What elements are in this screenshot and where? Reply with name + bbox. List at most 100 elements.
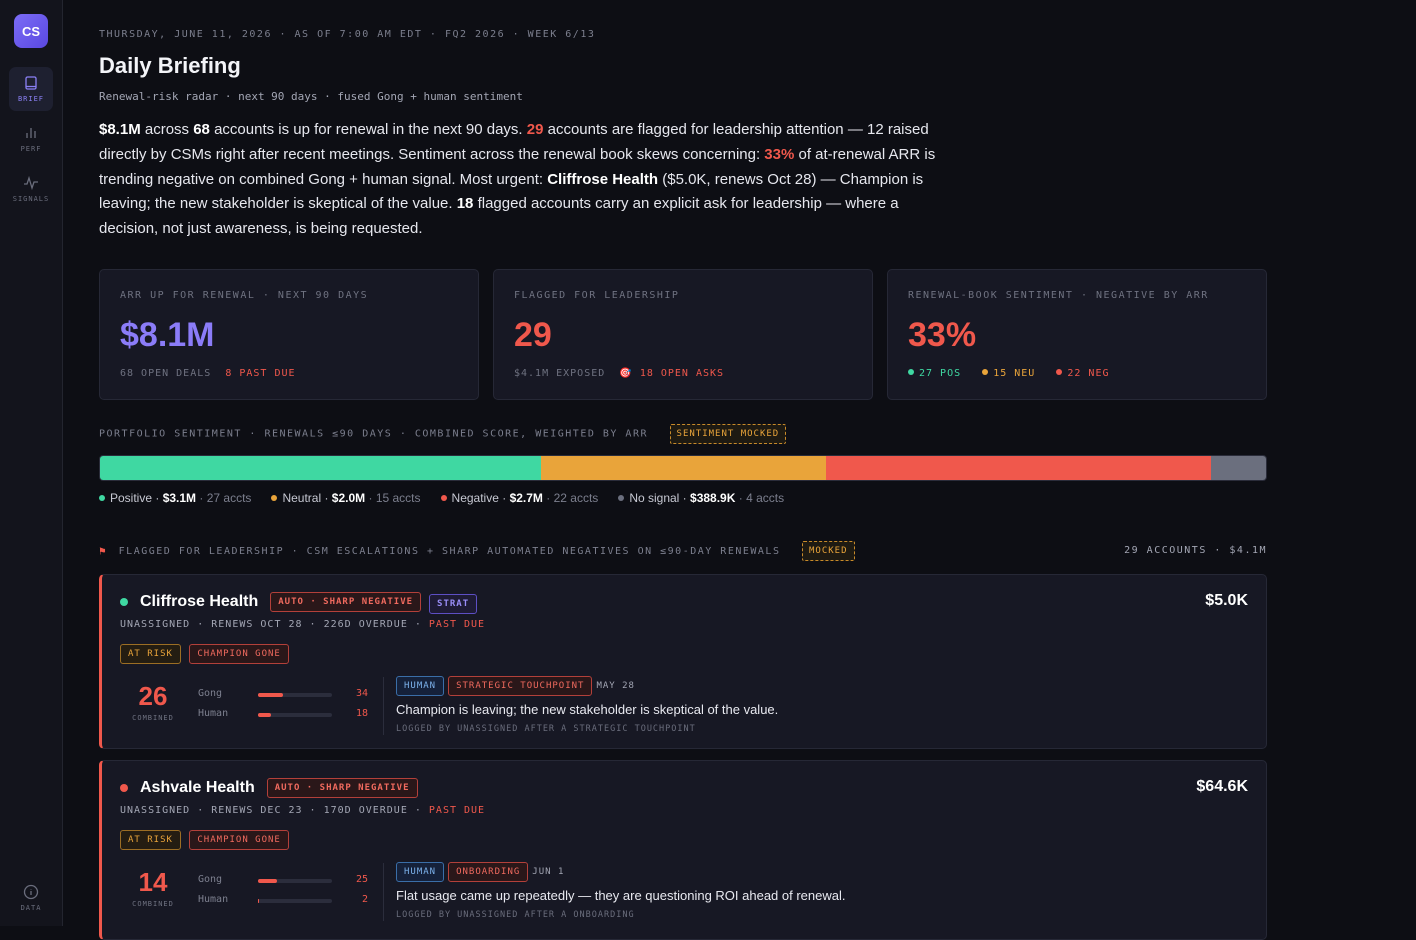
note-quote: Flat usage came up repeatedly — they are… bbox=[396, 888, 846, 903]
info-icon bbox=[23, 884, 39, 900]
kpi-flagged-exposed: $4.1M EXPOSED bbox=[514, 368, 606, 379]
date-eyebrow: THURSDAY, JUNE 11, 2026 · AS OF 7:00 AM … bbox=[99, 29, 596, 40]
divider bbox=[383, 677, 384, 735]
combined-score-value: 26 bbox=[138, 681, 168, 711]
legend-item: Negative · $2.7M · 22 accts bbox=[440, 491, 598, 505]
flagged-mocked-badge: MOCKED bbox=[802, 541, 855, 561]
legend-name: No signal · bbox=[629, 491, 687, 505]
summary-flagged: 29 bbox=[526, 121, 544, 138]
sentiment-segment-0[interactable] bbox=[100, 456, 542, 480]
human-score-value: 2 bbox=[361, 894, 368, 905]
account-tags: AT RISK CHAMPION GONE bbox=[120, 643, 289, 664]
positive-dot-icon bbox=[908, 369, 914, 375]
sentiment-segment-2[interactable] bbox=[826, 456, 1211, 480]
nav-signals[interactable]: SIGNALS bbox=[9, 167, 53, 211]
app-logo[interactable]: CS bbox=[14, 14, 48, 48]
tier-badge: STRAT bbox=[429, 594, 478, 615]
note-tags: HUMAN ONBOARDING JUN 1 bbox=[396, 862, 846, 882]
summary-text: across bbox=[140, 121, 194, 138]
kpi-flagged-card[interactable]: FLAGGED FOR LEADERSHIP 29 $4.1M EXPOSED … bbox=[493, 269, 873, 400]
divider bbox=[383, 863, 384, 921]
kpi-arr-value: $8.1M bbox=[120, 316, 215, 354]
account-amount: $64.6K bbox=[1196, 778, 1248, 795]
kpi-flagged-value: 29 bbox=[514, 316, 552, 354]
note-date: JUN 1 bbox=[532, 867, 565, 877]
combined-score: 26 COMBINED bbox=[120, 681, 186, 722]
account-note: HUMAN ONBOARDING JUN 1 Flat usage came up r… bbox=[396, 862, 846, 920]
nav-data[interactable]: DATA bbox=[9, 876, 53, 920]
account-name-row: Cliffrose Health AUTO · SHARP NEGATIVE STR… bbox=[140, 592, 478, 615]
human-score-fill bbox=[258, 899, 260, 903]
legend-dot-icon bbox=[271, 495, 278, 501]
account-name[interactable]: Cliffrose Health bbox=[140, 593, 258, 610]
past-due-label: PAST DUE bbox=[428, 619, 486, 630]
account-name[interactable]: Ashvale Health bbox=[140, 779, 255, 796]
nav-perf[interactable]: PERF bbox=[9, 117, 53, 161]
account-card[interactable]: Cliffrose Health AUTO · SHARP NEGATIVE STR… bbox=[99, 574, 1267, 749]
gong-score-row: Gong 25 bbox=[198, 874, 368, 885]
summary-accounts: 68 bbox=[193, 121, 210, 138]
status-dot-icon bbox=[120, 598, 128, 606]
account-name-row: Ashvale Health AUTO · SHARP NEGATIVE bbox=[140, 778, 418, 798]
human-score-row: Human 2 bbox=[198, 894, 368, 905]
legend-dot-icon bbox=[618, 495, 625, 501]
sidebar: CS BRIEF PERF SIGNALS DATA bbox=[0, 0, 63, 926]
legend-name: Positive · bbox=[110, 491, 160, 505]
summary-arr: $8.1M bbox=[99, 121, 141, 138]
kpi-arr-open-deals: 68 OPEN DEALS bbox=[120, 368, 212, 379]
account-meta: UNASSIGNED · RENEWS OCT 28 · 226D OVERDU… bbox=[120, 619, 485, 630]
legend-amount: $388.9K bbox=[690, 491, 736, 505]
sentiment-segment-1[interactable] bbox=[541, 456, 827, 480]
at-risk-badge: AT RISK bbox=[120, 644, 181, 664]
touchpoint-badge: STRATEGIC TOUCHPOINT bbox=[448, 676, 593, 696]
past-due-label: PAST DUE bbox=[428, 805, 486, 816]
kpi-arr-card[interactable]: ARR UP FOR RENEWAL · NEXT 90 DAYS $8.1M … bbox=[99, 269, 479, 400]
legend-dot-icon bbox=[440, 495, 447, 501]
portfolio-sentiment-bar[interactable] bbox=[99, 455, 1267, 481]
gong-label: Gong bbox=[198, 688, 223, 699]
flagged-label: FLAGGED FOR LEADERSHIP · CSM ESCALATIONS… bbox=[118, 545, 781, 557]
page-title: Daily Briefing bbox=[99, 53, 241, 78]
auto-negative-badge: AUTO · SHARP NEGATIVE bbox=[270, 592, 422, 612]
kpi-arr-past-due: 8 PAST DUE bbox=[225, 368, 296, 379]
combined-score-label: COMBINED bbox=[132, 900, 174, 908]
summary-asks: 18 bbox=[456, 195, 474, 213]
combined-score: 14 COMBINED bbox=[120, 867, 186, 908]
legend-name: Negative · bbox=[451, 491, 507, 505]
flag-icon: ⚑ bbox=[99, 544, 108, 558]
portfolio-sentiment-header: PORTFOLIO SENTIMENT · RENEWALS ≤90 DAYS … bbox=[99, 424, 787, 444]
kpi-flagged-asks: 18 OPEN ASKS bbox=[639, 368, 725, 379]
kpi-neu-count: 15 NEU bbox=[993, 368, 1036, 379]
flagged-label-group: ⚑ FLAGGED FOR LEADERSHIP · CSM ESCALATIO… bbox=[99, 541, 855, 561]
human-score-row: Human 18 bbox=[198, 708, 368, 719]
sentiment-segment-3[interactable] bbox=[1210, 456, 1266, 480]
sentiment-mocked-badge: SENTIMENT MOCKED bbox=[669, 424, 787, 444]
gong-score-track bbox=[258, 693, 332, 697]
account-meta-text: UNASSIGNED · RENEWS DEC 23 · 170D OVERDU… bbox=[120, 805, 429, 816]
nav-brief[interactable]: BRIEF bbox=[9, 67, 53, 111]
bar-chart-icon bbox=[26, 128, 36, 138]
legend-count: · 4 accts bbox=[738, 491, 785, 505]
kpi-sentiment-card[interactable]: RENEWAL-BOOK SENTIMENT · NEGATIVE BY ARR… bbox=[887, 269, 1267, 400]
human-score-track bbox=[258, 713, 332, 717]
source-badge: HUMAN bbox=[396, 676, 445, 696]
target-icon: 🎯 bbox=[619, 368, 633, 379]
account-tags: AT RISK CHAMPION GONE bbox=[120, 829, 289, 850]
auto-negative-badge: AUTO · SHARP NEGATIVE bbox=[266, 778, 418, 798]
kpi-neg-count: 22 NEG bbox=[1067, 368, 1110, 379]
note-logged-by: LOGGED BY UNASSIGNED AFTER A STRATEGIC T… bbox=[396, 724, 696, 734]
legend-amount: $2.0M bbox=[331, 491, 366, 505]
human-label: Human bbox=[198, 894, 229, 905]
account-card[interactable]: Ashvale Health AUTO · SHARP NEGATIVE $64.6… bbox=[99, 760, 1267, 940]
touchpoint-badge: ONBOARDING bbox=[448, 862, 529, 882]
legend-item: Positive · $3.1M · 27 accts bbox=[99, 491, 251, 505]
kpi-flagged-sub: $4.1M EXPOSED 🎯 18 OPEN ASKS bbox=[514, 368, 724, 379]
human-score-value: 18 bbox=[355, 708, 368, 719]
summary-neg-pct: 33% bbox=[764, 145, 795, 163]
legend-item: Neutral · $2.0M · 15 accts bbox=[271, 491, 421, 505]
combined-score-value: 14 bbox=[138, 867, 168, 897]
at-risk-badge: AT RISK bbox=[120, 830, 181, 850]
note-quote: Champion is leaving; the new stakeholder… bbox=[396, 702, 779, 717]
kpi-sentiment-value: 33% bbox=[908, 316, 977, 354]
combined-score-label: COMBINED bbox=[132, 714, 174, 722]
